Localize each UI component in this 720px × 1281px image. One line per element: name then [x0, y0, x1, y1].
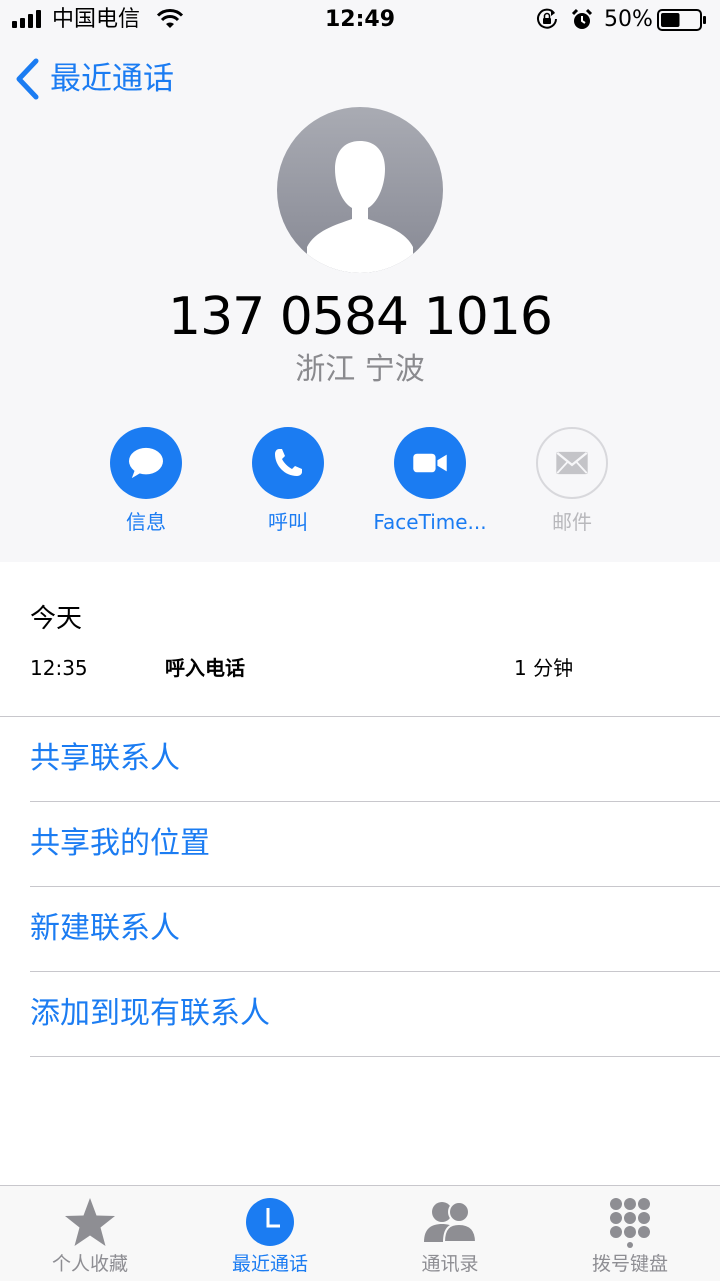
- new-contact-item[interactable]: 新建联系人: [30, 887, 720, 972]
- message-button[interactable]: 信息: [76, 427, 216, 535]
- facetime-circle: [394, 427, 466, 499]
- facetime-button[interactable]: FaceTime...: [360, 427, 500, 535]
- call-label: 呼叫: [268, 510, 308, 534]
- star-icon: [65, 1198, 115, 1246]
- alarm-icon: [571, 8, 593, 29]
- mail-label: 邮件: [552, 510, 592, 534]
- video-icon: [413, 453, 447, 473]
- call-button[interactable]: 呼叫: [218, 427, 358, 535]
- status-bar: 中国电信 12:49 50%: [0, 0, 720, 40]
- mail-icon: [556, 451, 588, 475]
- share-contact-label: 共享联系人: [30, 741, 180, 776]
- contacts-icon: [424, 1201, 478, 1243]
- call-entry-time: 12:35: [30, 656, 88, 680]
- call-history-date: 今天: [30, 604, 83, 634]
- new-contact-label: 新建联系人: [30, 911, 180, 946]
- call-entry-duration: 1 分钟: [514, 656, 574, 680]
- mail-circle: [536, 427, 608, 499]
- person-silhouette-icon: [277, 107, 443, 273]
- share-contact-item[interactable]: 共享联系人: [30, 717, 720, 802]
- message-label: 信息: [126, 510, 166, 534]
- call-circle: [252, 427, 324, 499]
- mail-button[interactable]: 邮件: [502, 427, 642, 535]
- tab-favorites-label: 个人收藏: [51, 1253, 128, 1275]
- share-location-label: 共享我的位置: [30, 826, 210, 861]
- call-entry-type: 呼入电话: [165, 656, 245, 680]
- tab-bar: 个人收藏 最近通话 通讯录 拨号键盘: [0, 1185, 720, 1281]
- message-circle: [110, 427, 182, 499]
- back-button[interactable]: 最近通话: [14, 56, 174, 102]
- add-to-existing-contact-item[interactable]: 添加到现有联系人: [30, 972, 720, 1057]
- clock-icon: [246, 1198, 294, 1246]
- tab-keypad-label: 拨号键盘: [591, 1253, 668, 1275]
- share-location-item[interactable]: 共享我的位置: [30, 802, 720, 887]
- chevron-left-icon: [16, 58, 39, 100]
- tab-recents[interactable]: 最近通话: [180, 1186, 360, 1281]
- tab-recents-label: 最近通话: [231, 1253, 308, 1275]
- keypad-icon: [610, 1198, 650, 1248]
- phone-number: 137 0584 1016: [168, 287, 553, 347]
- rotation-lock-icon: [537, 8, 557, 29]
- add-to-existing-contact-label: 添加到现有联系人: [30, 996, 270, 1031]
- battery-icon: [657, 9, 706, 31]
- contact-avatar: [277, 107, 443, 273]
- message-icon: [129, 447, 163, 479]
- tab-contacts[interactable]: 通讯录: [360, 1186, 540, 1281]
- phone-icon: [275, 449, 302, 476]
- back-label: 最近通话: [50, 61, 174, 97]
- phone-location: 浙江 宁波: [295, 352, 425, 387]
- tab-favorites[interactable]: 个人收藏: [0, 1186, 180, 1281]
- battery-percent: 50%: [604, 7, 653, 32]
- facetime-label: FaceTime...: [373, 510, 487, 534]
- tab-contacts-label: 通讯录: [421, 1253, 479, 1275]
- divider: [30, 1056, 720, 1057]
- tab-keypad[interactable]: 拨号键盘: [540, 1186, 720, 1281]
